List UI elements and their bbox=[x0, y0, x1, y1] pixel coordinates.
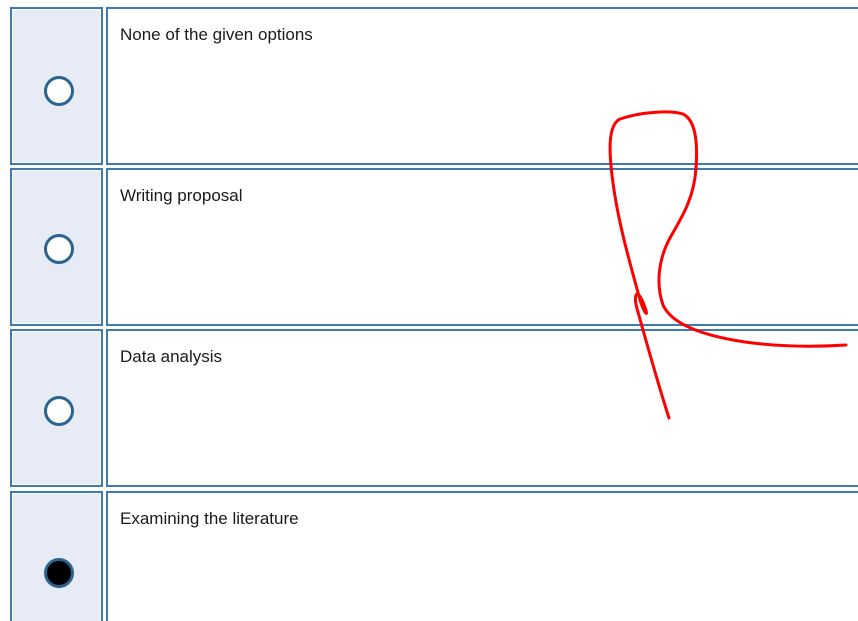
radio-cell[interactable] bbox=[10, 329, 103, 487]
option-label: Data analysis bbox=[120, 347, 223, 366]
answer-option-row: None of the given options bbox=[10, 7, 858, 165]
radio-button-option-1[interactable] bbox=[44, 76, 74, 106]
radio-button-option-2[interactable] bbox=[44, 234, 74, 264]
radio-button-option-3[interactable] bbox=[44, 396, 74, 426]
option-label: Examining the literature bbox=[120, 509, 299, 528]
option-text-cell[interactable]: Data analysis bbox=[106, 329, 858, 487]
option-text-cell[interactable]: Writing proposal bbox=[106, 168, 858, 326]
option-label: Writing proposal bbox=[120, 186, 243, 205]
option-text-cell[interactable]: None of the given options bbox=[106, 7, 858, 165]
radio-button-option-4[interactable] bbox=[44, 558, 74, 588]
radio-cell[interactable] bbox=[10, 7, 103, 165]
answer-option-row: Data analysis bbox=[10, 329, 858, 487]
option-text-cell[interactable]: Examining the literature bbox=[106, 491, 858, 621]
option-label: None of the given options bbox=[120, 25, 313, 44]
answer-option-row: Examining the literature bbox=[10, 491, 858, 621]
radio-cell[interactable] bbox=[10, 168, 103, 326]
quiz-stage: None of the given options Writing propos… bbox=[0, 0, 858, 621]
answer-option-row: Writing proposal bbox=[10, 168, 858, 326]
radio-cell[interactable] bbox=[10, 491, 103, 621]
